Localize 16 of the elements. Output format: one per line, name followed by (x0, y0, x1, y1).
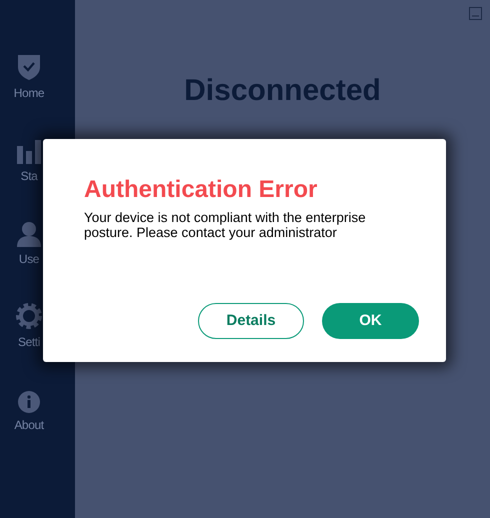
dialog-title: Authentication Error (84, 178, 318, 202)
dialog-message: Your device is not compliant with the enterprise posture. Please contact your administrator (84, 210, 367, 240)
minimize-icon[interactable] (469, 7, 482, 20)
bar-chart-icon (16, 138, 42, 164)
info-icon (18, 391, 40, 413)
gear-icon (15, 302, 43, 330)
connection-status: Disconnected (184, 73, 381, 109)
sidebar-item[interactable]: About (14, 419, 44, 431)
shield-check-icon (16, 53, 41, 81)
details-button[interactable]: Details (198, 303, 304, 339)
ok-button[interactable]: OK (322, 303, 419, 339)
sidebar-item[interactable]: Use (18, 253, 40, 265)
sidebar-item[interactable]: Sta (20, 170, 38, 182)
sidebar-item[interactable]: Home (14, 87, 44, 99)
user-icon (16, 221, 42, 247)
sidebar-item[interactable]: Setti (18, 336, 40, 348)
